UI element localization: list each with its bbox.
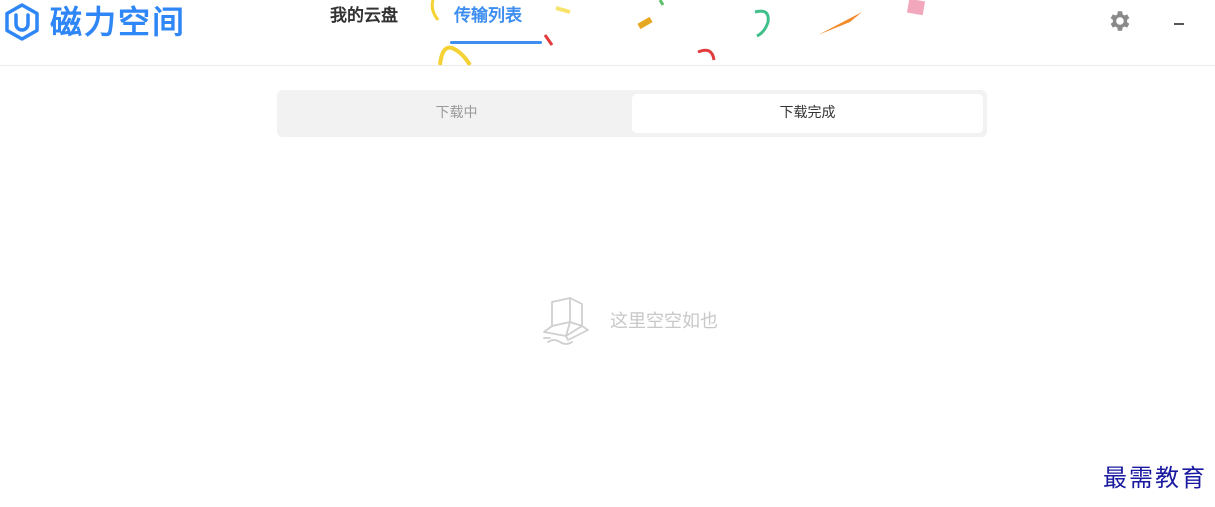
empty-state-text: 这里空空如也 [610,311,718,332]
main-nav: 我的云盘 传输列表 [330,4,542,44]
minimize-button[interactable] [1168,8,1190,34]
empty-state: 这里空空如也 [540,292,718,348]
segment-tab-completed[interactable]: 下载完成 [632,94,983,133]
settings-button[interactable] [1106,8,1132,34]
app-name: 磁力空间 [50,3,187,41]
gear-icon [1110,11,1130,31]
app-header: 磁力空间 我的云盘 传输列表 [0,0,1215,67]
segment-tab-downloading[interactable]: 下载中 [281,94,632,133]
download-status-segment: 下载中 下载完成 [277,90,987,137]
tab-transfer-list-label: 传输列表 [454,6,522,26]
watermark-text: 最需教育 [1103,464,1207,492]
app-logo: 磁力空间 [2,2,186,42]
empty-box-icon [543,297,589,345]
active-tab-indicator [450,41,542,44]
minimize-icon [1174,23,1184,25]
tab-my-cloud-drive[interactable]: 我的云盘 [330,4,398,28]
tab-transfer-list[interactable]: 传输列表 [450,4,542,44]
logo-hexagon-icon [5,3,39,41]
tab-my-cloud-drive-label: 我的云盘 [330,6,398,26]
